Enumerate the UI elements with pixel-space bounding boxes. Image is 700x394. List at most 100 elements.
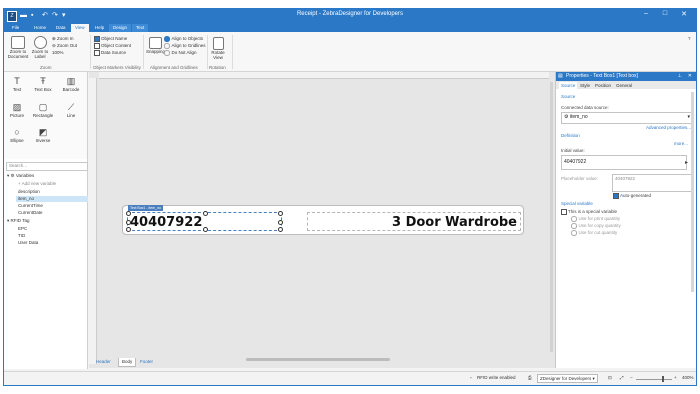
zoom-out-status-icon[interactable]: − (630, 375, 633, 380)
rfid-tag-node[interactable]: ▾ RFID Tag (7, 218, 29, 224)
variables-panel: Search... ▾ ⚙ Variables + Add new variab… (4, 159, 88, 369)
variable-search-input[interactable]: Search... (6, 162, 88, 171)
resize-handle[interactable] (278, 220, 283, 225)
text-tool[interactable]: T Text (6, 76, 28, 92)
tab-data[interactable]: Data (52, 24, 70, 32)
printer-select[interactable]: ZDesigner for Developers ▾ (537, 374, 598, 383)
design-canvas[interactable]: Text Box1 - item_no 40407922 3 Door Ward… (89, 72, 555, 368)
fit-width-icon[interactable]: ⤢ (620, 375, 624, 380)
resize-handle[interactable] (126, 220, 131, 225)
rfid-item[interactable]: EPC (18, 226, 27, 232)
more-link[interactable]: more... (674, 141, 688, 146)
rfid-status: RFID write enabled (477, 375, 516, 380)
copy-quantity-option[interactable]: Use for copy quantity (571, 223, 621, 229)
tab-header[interactable]: Header (93, 358, 114, 366)
tab-body[interactable]: Body (118, 358, 137, 367)
pin-icon[interactable]: ⊥ (678, 73, 682, 79)
text-box-tool[interactable]: Ŧ Text Box (32, 76, 54, 92)
align-to-gridlines-label: Align to Gridlines (171, 43, 206, 48)
group-divider (207, 35, 208, 69)
zoom-in-button[interactable]: ⊕ Zoom In (52, 36, 74, 42)
zoom-to-label-button[interactable]: Zoom to Label (30, 49, 50, 59)
resize-handle[interactable] (278, 227, 283, 232)
zoom-out-button[interactable]: ⊖ Zoom Out (52, 43, 77, 49)
rfid-write-icon: ▫ (470, 375, 472, 380)
window-title: Receipt - ZebraDesigner for Developers (296, 11, 404, 17)
ellipse-tool[interactable]: ○ Ellipse (6, 127, 28, 143)
tab-source[interactable]: Source (559, 82, 578, 89)
variable-item[interactable]: CurrentTime (18, 203, 43, 209)
rotate-view-button[interactable]: Rotate View (210, 50, 226, 60)
barcode-tool[interactable]: ▥ Barcode (60, 76, 82, 92)
add-icon: + (18, 181, 21, 186)
text-box-tool-label: Text Box (34, 87, 52, 92)
tab-text[interactable]: Text (132, 24, 149, 32)
label-surface[interactable]: Text Box1 - item_no 40407922 3 Door Ward… (122, 205, 524, 235)
placeholder-value-field[interactable]: 40407922 (612, 174, 694, 192)
rfid-item[interactable]: User Data (18, 240, 38, 246)
inverse-tool-label: Inverse (35, 138, 51, 143)
zoom-100-button[interactable]: 100% (52, 50, 64, 55)
initial-value-field[interactable]: 40407922 (561, 155, 687, 170)
zoom-in-status-icon[interactable]: + (674, 375, 677, 380)
inverse-tool[interactable]: ◩ Inverse (32, 127, 54, 143)
snapping-button[interactable]: Snapping (146, 49, 165, 54)
close-panel-icon[interactable]: ✕ (688, 73, 692, 79)
object-content-checkbox[interactable]: Object Content (94, 43, 131, 49)
tab-general[interactable]: General (614, 82, 634, 89)
align-to-gridlines-option[interactable]: Align to Gridlines (164, 43, 206, 49)
variable-item[interactable]: description (18, 189, 40, 195)
do-not-align-option[interactable]: Do Not Align (164, 50, 197, 56)
cut-quantity-option[interactable]: Use for cut quantity (571, 230, 617, 236)
zoom-to-document-button[interactable]: Zoom to Document (7, 49, 29, 59)
tab-view[interactable]: View (71, 24, 89, 32)
maximize-icon[interactable]: □ (659, 10, 671, 17)
add-new-variable[interactable]: + Add new variable (18, 181, 56, 187)
resize-handle[interactable] (278, 211, 283, 216)
rectangle-tool-label: Rectangle (32, 113, 54, 118)
tab-position[interactable]: Position (593, 82, 613, 89)
insert-arrow-icon[interactable]: ▸ (685, 159, 688, 166)
resize-handle[interactable] (203, 227, 208, 232)
variable-item-selected[interactable]: item_no (16, 196, 88, 202)
tab-file[interactable]: File (8, 24, 23, 32)
variable-item[interactable]: CurrentDate (18, 210, 43, 216)
rfid-item[interactable]: TID (18, 233, 25, 239)
resize-handle[interactable] (126, 211, 131, 216)
minimize-icon[interactable]: – (640, 10, 652, 17)
special-variable-checkbox[interactable]: This is a special variable (561, 209, 617, 215)
properties-panel: Properties - Text Box1 [Text box] ▤ ⊥ ✕ … (555, 72, 696, 368)
variables-root[interactable]: ▾ ⚙ Variables (7, 173, 34, 179)
inverse-tool-icon: ◩ (38, 127, 48, 137)
tab-footer[interactable]: Footer (137, 358, 156, 366)
auto-generated-checkbox[interactable]: Auto-generated (613, 193, 651, 199)
zoom-slider[interactable] (636, 379, 672, 380)
vertical-scrollbar[interactable] (550, 82, 553, 352)
resize-handle[interactable] (126, 227, 131, 232)
zoom-slider-thumb[interactable] (662, 376, 664, 382)
radio-icon (571, 216, 577, 222)
chevron-down-icon: ▾ (592, 376, 595, 381)
resize-handle[interactable] (203, 211, 208, 216)
rectangle-tool[interactable]: ▢ Rectangle (32, 102, 54, 118)
align-to-objects-option[interactable]: Align to Objects (164, 36, 203, 42)
object-name-checkbox[interactable]: Object Name (94, 36, 127, 42)
connected-source-select[interactable]: ⚙ item_no ▾ (561, 112, 693, 124)
rotate-view-icon (213, 37, 224, 50)
text-box-description[interactable]: 3 Door Wardrobe (307, 212, 521, 231)
advanced-properties-link[interactable]: Advanced properties... (646, 125, 691, 130)
help-icon[interactable]: ? (688, 36, 691, 41)
data-source-checkbox[interactable]: Data Source (94, 50, 126, 56)
tab-style[interactable]: Style (578, 82, 592, 89)
picture-tool[interactable]: ▨ Picture (6, 102, 28, 118)
properties-scrollbar[interactable] (691, 92, 694, 292)
tab-design[interactable]: Design (109, 24, 132, 32)
tab-help[interactable]: Help (91, 24, 108, 32)
close-icon[interactable]: ✕ (678, 10, 690, 18)
print-quantity-option[interactable]: Use for print quantity (571, 216, 620, 222)
tab-home[interactable]: Home (30, 24, 50, 32)
line-tool[interactable]: ⟋ Line (60, 102, 82, 118)
fit-page-icon[interactable]: ⊡ (608, 375, 612, 381)
snapping-icon (149, 37, 162, 49)
text-box-item-no[interactable]: Text Box1 - item_no 40407922 (126, 205, 283, 232)
